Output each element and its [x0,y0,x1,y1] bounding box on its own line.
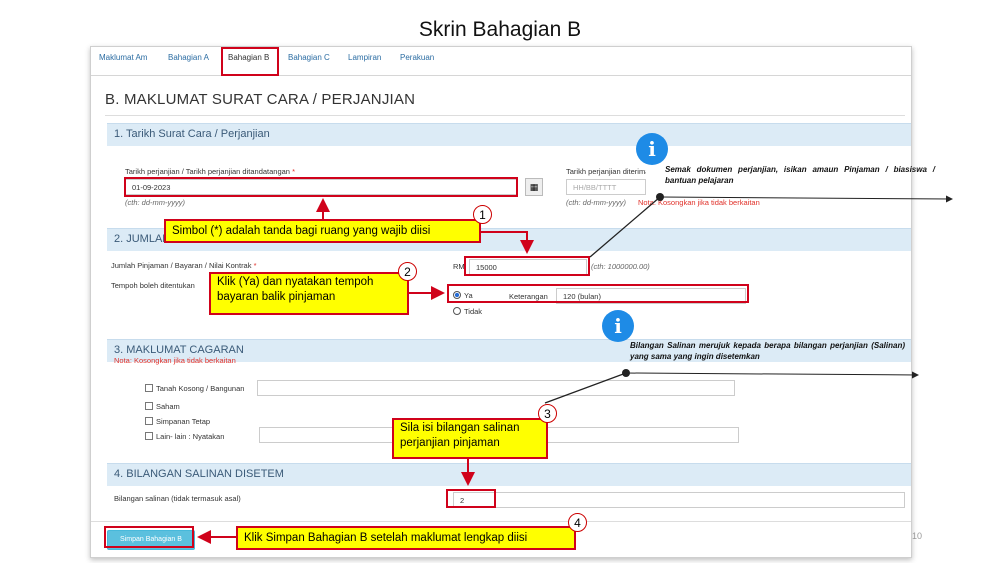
received-date-note: Nota: Kosongkan jika tidak berkaitan [638,198,760,207]
step-2-badge: 2 [398,262,417,281]
section-1-header: 1. Tarikh Surat Cara / Perjanjian [107,123,911,146]
currency-label: RM [453,262,465,271]
tab-bahagian-a[interactable]: Bahagian A [168,53,209,62]
copies-input[interactable]: 2 [453,492,905,508]
step-4-badge: 4 [568,513,587,532]
amount-field-highlight [464,256,590,276]
date-hint: (cth: dd-mm-yyyy) [125,198,185,207]
section-3-title: 3. MAKLUMAT CAGARAN [114,344,244,356]
step-1-badge: 1 [473,205,492,224]
copies-label: Bilangan salinan (tidak termasuk asal) [114,494,241,503]
amount-hint: (cth: 1000000.00) [591,262,650,271]
section-2-title: 2. JUMLAH [114,233,171,245]
callout-copies: Sila isi bilangan salinan perjanjian pin… [392,418,548,459]
info-note-amount: Semak dokumen perjanjian, isikan amaun P… [665,165,935,185]
page-title: B. MAKLUMAT SURAT CARA / PERJANJIAN [105,91,416,108]
date-field-highlight [124,177,518,197]
tab-lampiran[interactable]: Lampiran [348,53,381,62]
info-icon-amount: i [636,133,668,165]
form-divider [91,521,911,522]
callout-required-symbol: Simbol (*) adalah tanda bagi ruang yang … [164,219,481,243]
step-3-badge: 3 [538,404,557,423]
callout-tempoh: Klik (Ya) dan nyatakan tempoh bayaran ba… [209,272,409,315]
section-4-header: 4. BILANGAN SALINAN DISETEM [107,463,911,486]
save-button-highlight [104,526,194,548]
tab-bar: Maklumat Am Bahagian A Bahagian B Bahagi… [91,47,911,76]
checkbox-lain-lain[interactable]: Lain- lain : Nyatakan [145,432,224,441]
tempoh-label: Tempoh boleh ditentukan [111,281,195,290]
title-divider [105,115,905,116]
copies-field-highlight [446,489,496,508]
callout-save: Klik Simpan Bahagian B setelah maklumat … [236,526,576,550]
info-note-copies: Bilangan Salinan merujuk kepada berapa b… [630,341,905,361]
received-date-input[interactable]: HH/BB/TTTT [566,179,646,195]
slide-title: Skrin Bahagian B [418,18,582,41]
tab-maklumat-am[interactable]: Maklumat Am [99,53,147,62]
info-icon-copies: i [602,310,634,342]
amount-label: Jumlah Pinjaman / Bayaran / Nilai Kontra… [111,261,257,270]
received-date-hint: (cth: dd-mm-yyyy) [566,198,626,207]
active-tab-highlight [221,47,279,76]
checkbox-simpanan[interactable]: Simpanan Tetap [145,417,210,426]
calendar-icon[interactable]: ▦ [525,178,543,196]
checkbox-saham[interactable]: Saham [145,402,180,411]
tab-perakuan[interactable]: Perakuan [400,53,434,62]
section-4-title: 4. BILANGAN SALINAN DISETEM [114,468,284,480]
collateral-note: Nota: Kosongkan jika tidak berkaitan [114,356,236,365]
keterangan-field-highlight [447,284,749,303]
date-label: Tarikh perjanjian / Tarikh perjanjian di… [125,167,295,176]
section-1-title: 1. Tarikh Surat Cara / Perjanjian [114,128,270,140]
tab-bahagian-c[interactable]: Bahagian C [288,53,330,62]
received-date-label: Tarikh perjanjian diterima [566,167,646,176]
radio-tidak[interactable]: Tidak [453,307,482,316]
page-number: 10 [912,531,923,541]
checkbox-tanah[interactable]: Tanah Kosong / Bangunan [145,384,244,393]
tanah-input[interactable] [257,380,735,396]
